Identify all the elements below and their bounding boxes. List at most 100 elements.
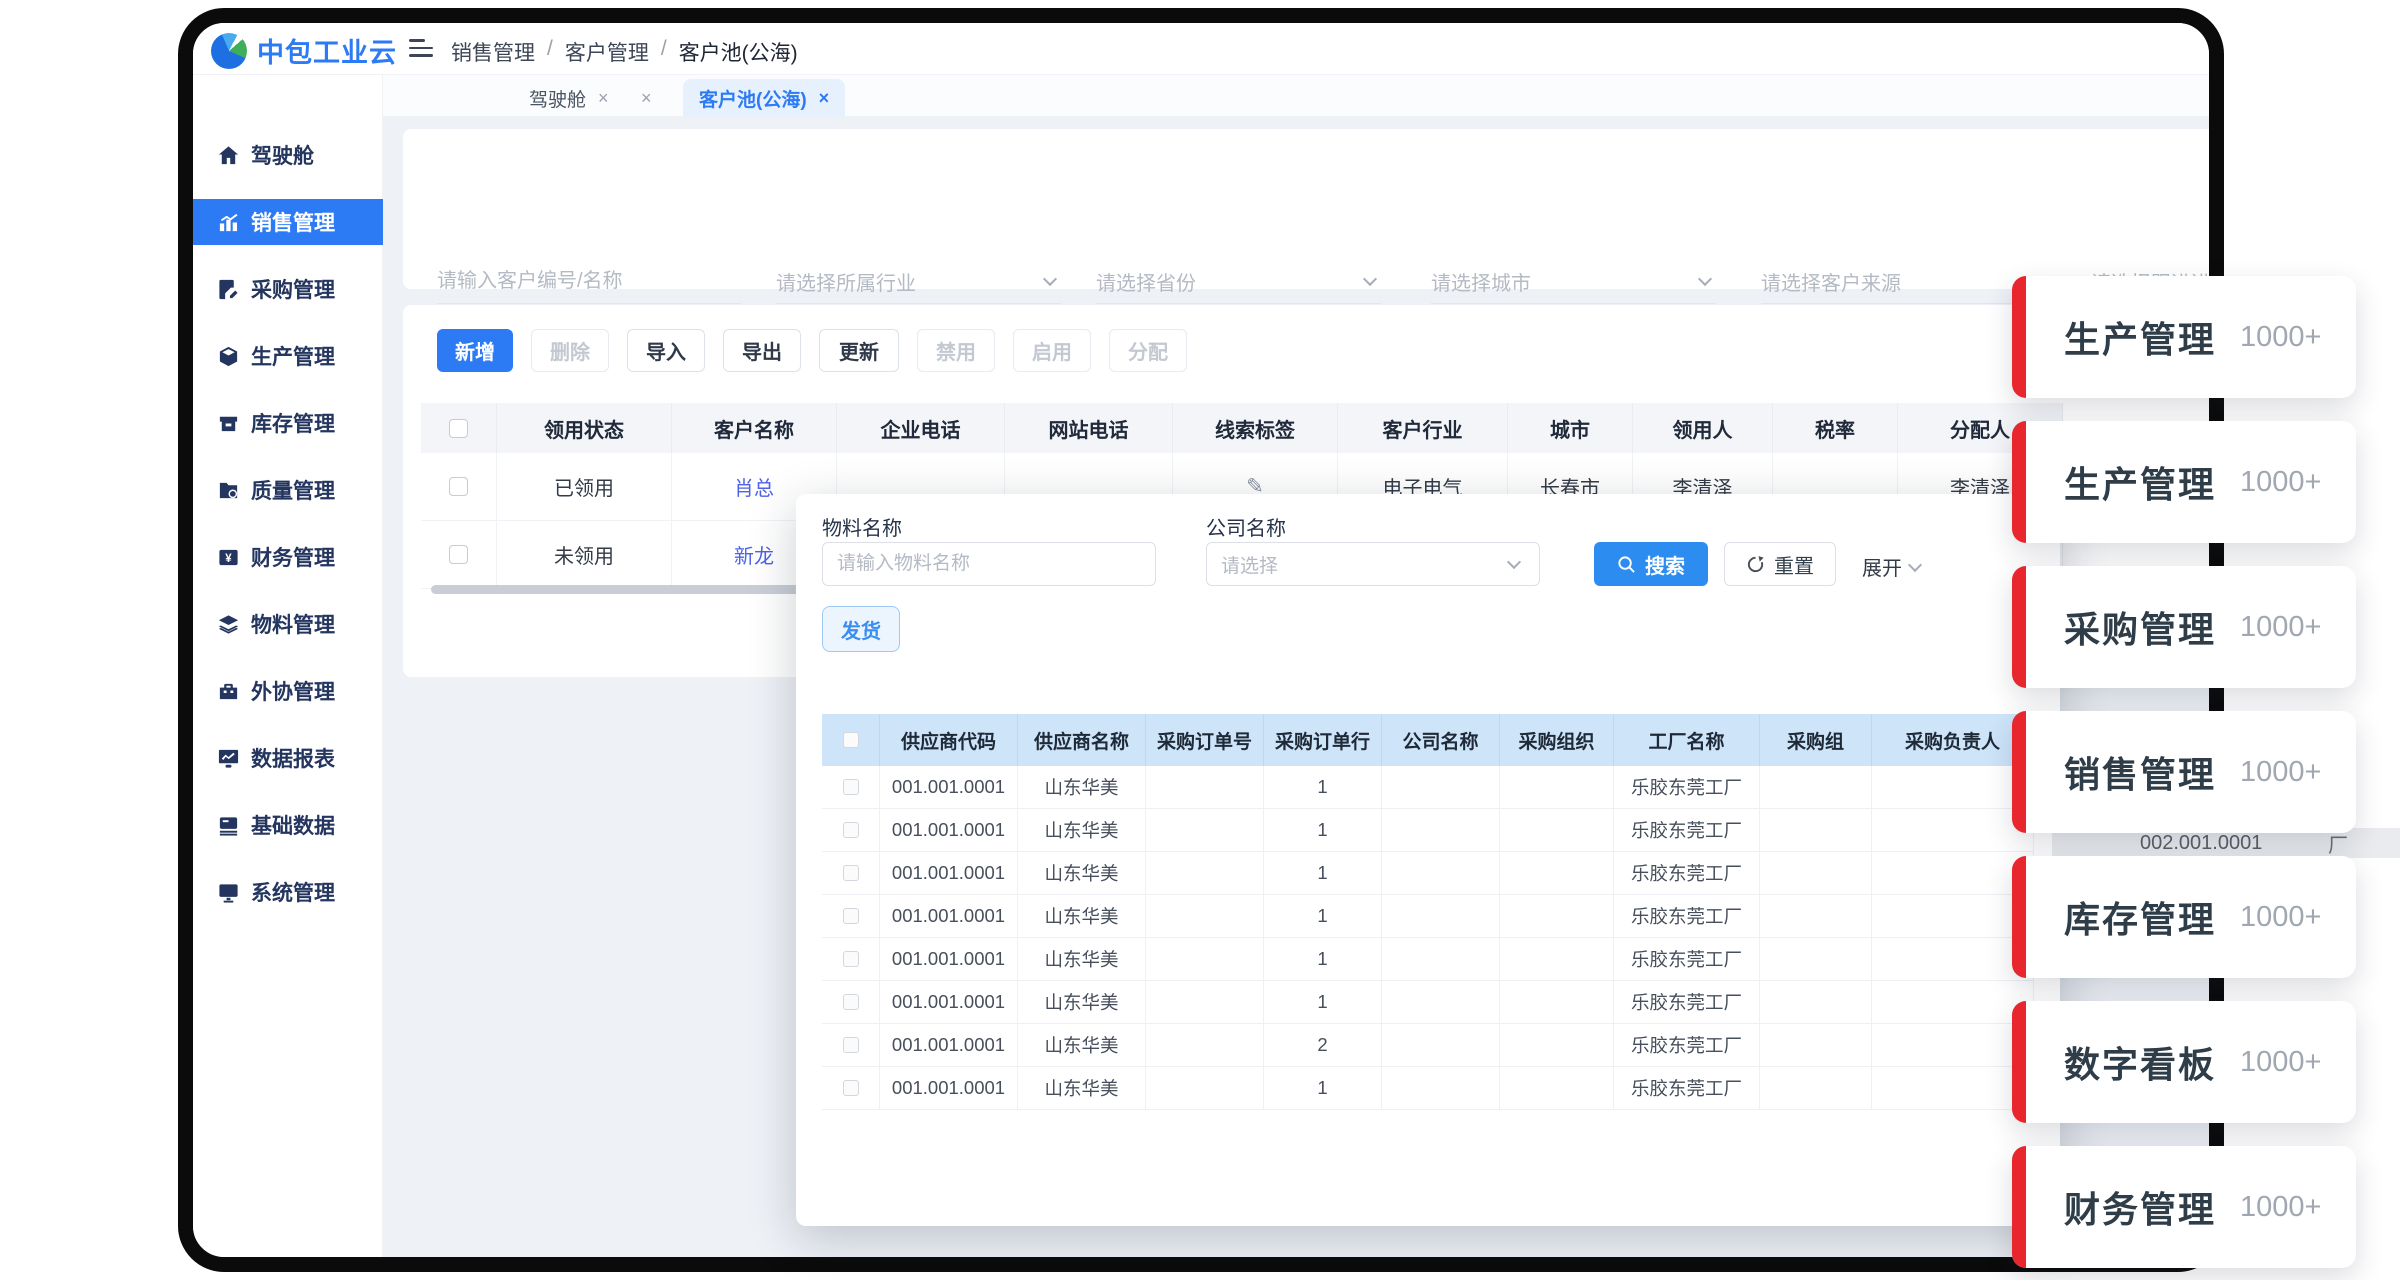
search-label: 搜索	[1645, 550, 1685, 579]
industry-select[interactable]: 请选择所属行业	[776, 259, 1061, 304]
customer-name-link[interactable]: 新龙	[734, 540, 774, 569]
select-all-checkbox[interactable]	[843, 732, 859, 748]
purchase-org	[1500, 981, 1614, 1024]
sidebar-item-outsourcing[interactable]: 外协管理	[193, 668, 383, 714]
production-cube-icon	[217, 345, 240, 368]
purchase-org	[1500, 1024, 1614, 1067]
company-name	[1382, 938, 1500, 981]
column-header: 领用人	[1633, 403, 1773, 453]
sidebar-item-finance[interactable]: ¥ 财务管理	[193, 534, 383, 580]
customer-keyword-input[interactable]	[437, 259, 741, 304]
supplier-name: 山东华美	[1018, 981, 1146, 1024]
tab-label: 客户池(公海)	[699, 85, 807, 112]
column-header: 供应商代码	[880, 714, 1018, 766]
brand-name: 中包工业云	[257, 31, 397, 70]
company-name	[1382, 809, 1500, 852]
add-button[interactable]: 新增	[437, 329, 513, 372]
sidebar-item-dashboard[interactable]: 驾驶舱	[193, 132, 383, 178]
modal-expand-link[interactable]: 展开	[1862, 552, 1926, 581]
delete-button[interactable]: 删除	[531, 329, 609, 372]
sidebar-item-purchase[interactable]: 采购管理	[193, 266, 383, 312]
row-checkbox[interactable]	[843, 908, 859, 924]
enable-button[interactable]: 启用	[1013, 329, 1091, 372]
tab-close-icon[interactable]: ×	[598, 88, 609, 109]
select-all-checkbox[interactable]	[449, 419, 468, 438]
supplier-row: 001.001.0001 山东华美 2 乐胶东莞工厂	[822, 1024, 2034, 1067]
customer-name-link[interactable]: 肖总	[734, 472, 774, 501]
module-card-sales[interactable]: 销售管理 1000+	[2012, 711, 2356, 833]
column-header: 领用状态	[497, 403, 672, 453]
purchase-owner	[1872, 981, 2034, 1024]
company-name	[1382, 1067, 1500, 1110]
assign-button[interactable]: 分配	[1109, 329, 1187, 372]
breadcrumb-item[interactable]: 客户管理	[565, 37, 649, 67]
row-checkbox[interactable]	[843, 994, 859, 1010]
po-number	[1146, 981, 1264, 1024]
supplier-name: 山东华美	[1018, 766, 1146, 809]
module-card-inventory[interactable]: 库存管理 1000+	[2012, 856, 2356, 978]
sidebar-item-sales[interactable]: 销售管理	[193, 199, 383, 245]
tab-dashboard[interactable]: 驾驶舱 ×	[513, 79, 625, 117]
factory-name: 乐胶东莞工厂	[1614, 766, 1760, 809]
city-select[interactable]: 请选择城市	[1431, 259, 1716, 304]
customer-keyword-field[interactable]	[437, 270, 741, 293]
customer-source-select[interactable]: 请选择客户来源	[1761, 259, 2046, 304]
disable-button[interactable]: 禁用	[917, 329, 995, 372]
purchase-group	[1760, 895, 1872, 938]
reset-button[interactable]: 重置	[1724, 542, 1836, 586]
tab-close-icon[interactable]: ×	[819, 88, 830, 109]
sidebar-item-system[interactable]: 系统管理	[193, 869, 383, 915]
row-checkbox[interactable]	[843, 1037, 859, 1053]
material-name-input[interactable]	[822, 542, 1156, 586]
purchase-org	[1500, 809, 1614, 852]
module-card-production-2[interactable]: 生产管理 1000+	[2012, 421, 2356, 543]
import-button[interactable]: 导入	[627, 329, 705, 372]
sidebar-item-production[interactable]: 生产管理	[193, 333, 383, 379]
refresh-icon	[1746, 555, 1765, 574]
breadcrumb-item[interactable]: 销售管理	[451, 37, 535, 67]
brand-logo[interactable]: 中包工业云	[211, 31, 397, 70]
tab-close-icon[interactable]: ×	[641, 88, 652, 109]
menu-toggle-icon[interactable]	[409, 39, 433, 59]
po-number	[1146, 938, 1264, 981]
finance-yen-icon: ¥	[217, 546, 240, 569]
row-checkbox[interactable]	[449, 477, 468, 496]
sidebar-item-label: 系统管理	[251, 877, 335, 907]
module-card-purchase[interactable]: 采购管理 1000+	[2012, 566, 2356, 688]
row-checkbox[interactable]	[449, 545, 468, 564]
row-checkbox[interactable]	[843, 822, 859, 838]
sidebar-item-inventory[interactable]: 库存管理	[193, 400, 383, 446]
tab-unnamed[interactable]: ×	[613, 79, 668, 117]
row-checkbox[interactable]	[843, 865, 859, 881]
update-button[interactable]: 更新	[819, 329, 899, 372]
province-select[interactable]: 请选择省份	[1096, 259, 1381, 304]
supplier-code: 001.001.0001	[880, 895, 1018, 938]
module-card-production-1[interactable]: 生产管理 1000+	[2012, 276, 2356, 398]
tab-customer-pool[interactable]: 客户池(公海) ×	[683, 79, 845, 117]
sidebar-item-reports[interactable]: 数据报表	[193, 735, 383, 781]
column-header: 采购组织	[1500, 714, 1614, 766]
row-checkbox[interactable]	[843, 951, 859, 967]
sales-chart-icon	[217, 211, 240, 234]
customer-table-header: 领用状态 客户名称 企业电话 网站电话 线索标签 客户行业 城市 领用人 税率 …	[421, 403, 2063, 453]
sidebar-item-quality[interactable]: 质量管理	[193, 467, 383, 513]
purchase-owner	[1872, 1024, 2034, 1067]
module-card-finance[interactable]: 财务管理 1000+	[2012, 1146, 2356, 1268]
purchase-org	[1500, 852, 1614, 895]
search-button[interactable]: 搜索	[1594, 542, 1708, 586]
module-card-digital-board[interactable]: 数字看板 1000+	[2012, 1001, 2356, 1123]
purchase-org	[1500, 895, 1614, 938]
ship-button[interactable]: 发货	[822, 606, 900, 652]
export-button[interactable]: 导出	[723, 329, 801, 372]
row-checkbox[interactable]	[843, 1080, 859, 1096]
sidebar-item-material[interactable]: 物料管理	[193, 601, 383, 647]
card-count-badge: 1000+	[2240, 756, 2321, 789]
material-name-field[interactable]	[837, 553, 1141, 575]
po-number	[1146, 1067, 1264, 1110]
column-header: 城市	[1508, 403, 1633, 453]
po-line: 1	[1264, 938, 1382, 981]
row-checkbox[interactable]	[843, 779, 859, 795]
sidebar-item-basedata[interactable]: 基础数据	[193, 802, 383, 848]
company-select[interactable]: 请选择	[1206, 542, 1540, 586]
company-name	[1382, 895, 1500, 938]
